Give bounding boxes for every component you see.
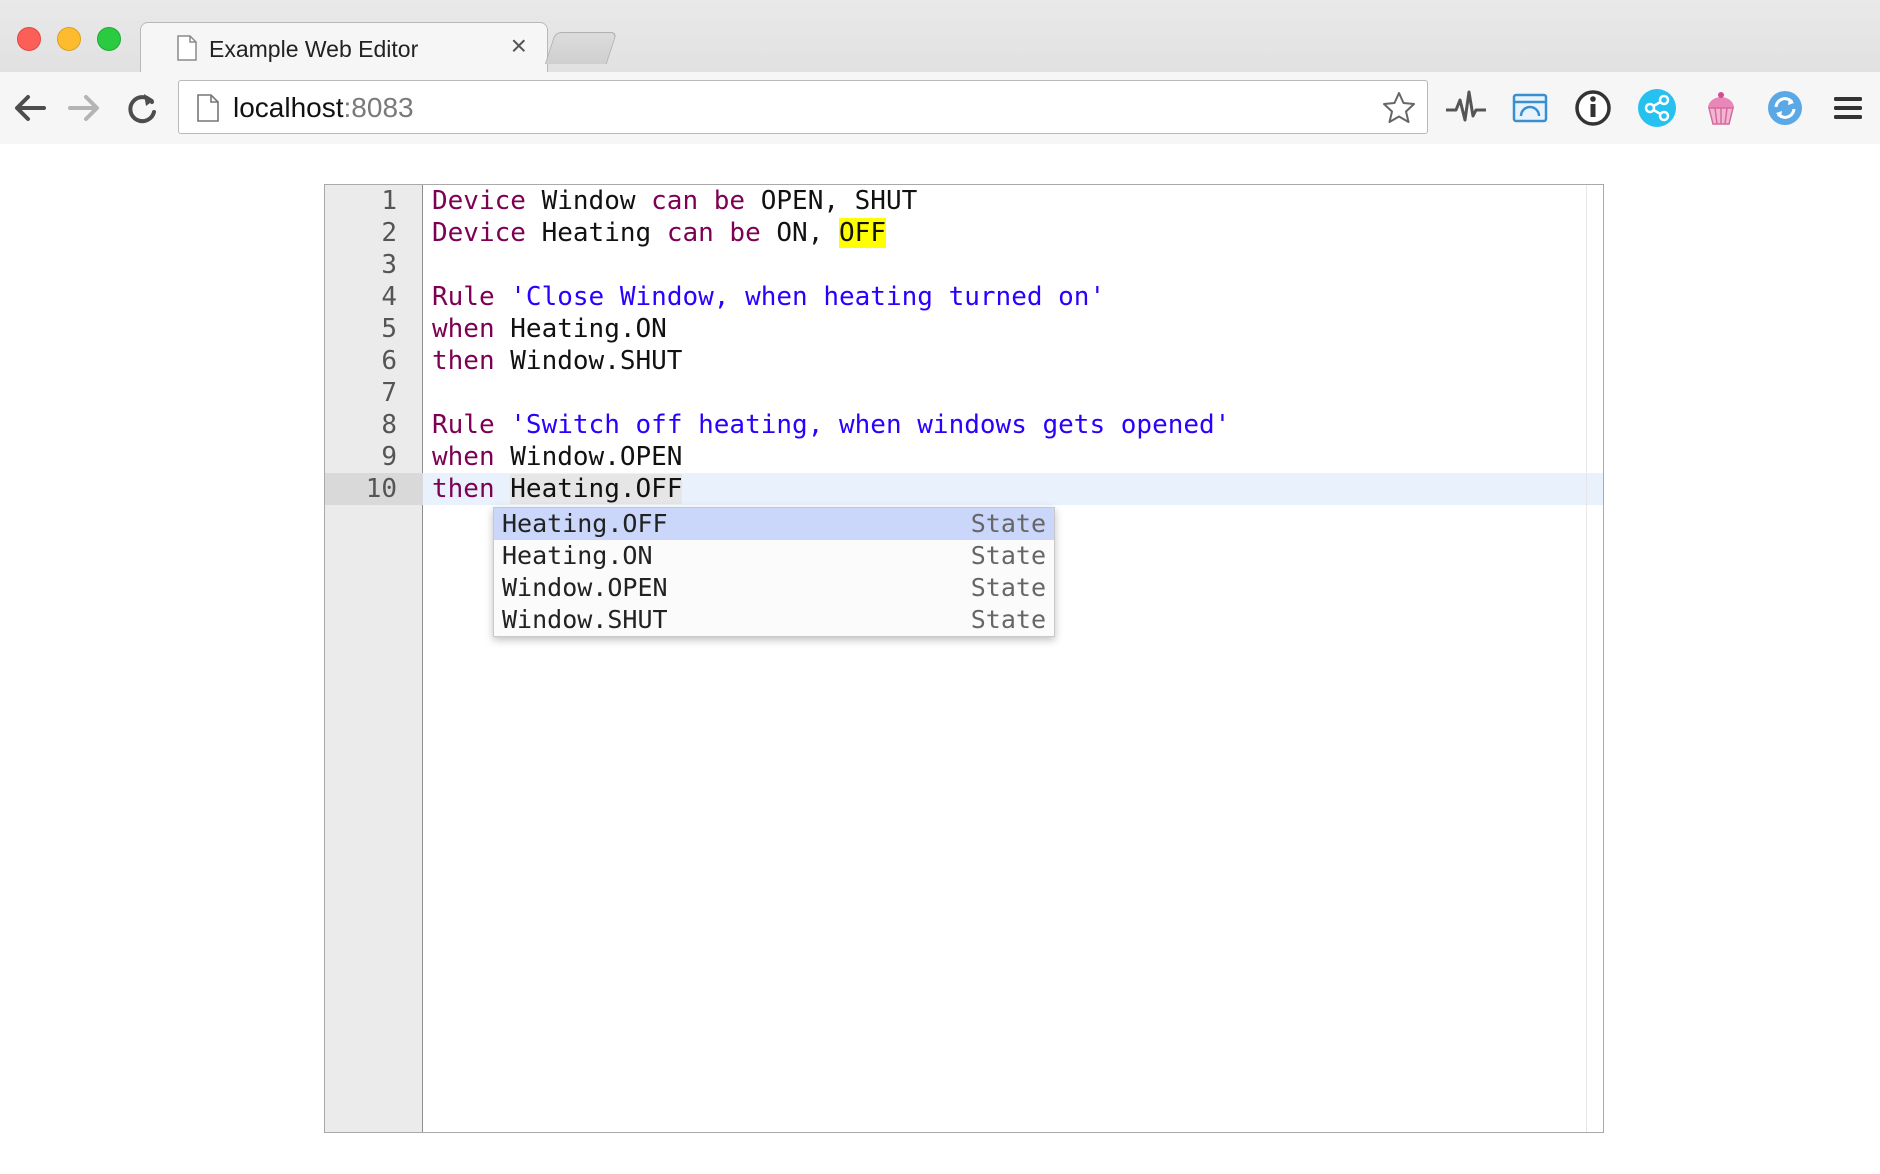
code-line[interactable] [423,249,1603,281]
autocomplete-item[interactable]: Window.SHUT State [494,604,1054,636]
share-icon [1638,89,1676,127]
code-line[interactable]: Rule 'Close Window, when heating turned … [423,281,1603,313]
autocomplete-type: State [970,509,1046,538]
tab-close-icon[interactable]: × [511,30,527,61]
browser-tab[interactable]: Example Web Editor × [140,22,548,72]
back-button[interactable] [10,90,50,126]
line-number: 7 [381,378,397,408]
code-lines[interactable]: Device Window can be OPEN, SHUT Device H… [423,185,1603,1132]
sync-extension[interactable] [1763,86,1807,130]
info-extension[interactable] [1571,86,1615,130]
line-number: 1 [381,186,397,216]
address-bar[interactable]: localhost:8083 [178,80,1428,134]
line-number: 8 [381,410,397,440]
line-number: 5 [381,314,397,344]
line-number: 10 [365,474,397,504]
close-window-button[interactable] [17,27,41,51]
autocomplete-label: Heating.OFF [502,509,668,538]
sync-icon [1768,91,1802,125]
autocomplete-item-selected[interactable]: Heating.OFF State [494,508,1054,540]
tab-title: Example Web Editor [209,36,419,62]
code-line[interactable]: Rule 'Switch off heating, when windows g… [423,409,1603,441]
info-icon [1575,90,1611,126]
browser-chrome: Example Web Editor × localhost:8083 [0,0,1880,144]
forward-arrow-icon [68,95,99,121]
pulse-extension[interactable] [1444,86,1488,130]
window-icon [1512,93,1548,123]
autocomplete-type: State [970,541,1046,570]
autocomplete-label: Window.SHUT [502,605,668,634]
code-line[interactable]: when Window.OPEN [423,441,1603,473]
cupcake-icon [1708,92,1734,125]
line-number: 3 [381,250,397,280]
autocomplete-type: State [970,573,1046,602]
cupcake-extension[interactable] [1699,86,1743,130]
window-extension[interactable] [1508,86,1552,130]
menu-icon [1834,97,1862,119]
autocomplete-item[interactable]: Heating.ON State [494,540,1054,572]
line-number: 9 [381,442,397,472]
back-arrow-icon [15,95,46,121]
code-line[interactable]: Device Heating can be ON, OFF [423,217,1603,249]
line-number-gutter: 1 2 3 4 5 6 7 8 9 10 [325,185,423,1132]
url-text[interactable]: localhost:8083 [233,92,414,124]
page-icon [177,35,197,61]
minimize-window-button[interactable] [57,27,81,51]
code-line[interactable]: when Heating.ON [423,313,1603,345]
editor-scroll-track[interactable] [1586,185,1587,1132]
maximize-window-button[interactable] [97,27,121,51]
line-number: 4 [381,282,397,312]
autocomplete-type: State [970,605,1046,634]
line-number: 6 [381,346,397,376]
autocomplete-label: Heating.ON [502,541,653,570]
code-line[interactable]: then Window.SHUT [423,345,1603,377]
matched-token-highlight: OFF [839,218,886,248]
page-icon [197,94,219,122]
forward-button[interactable] [64,90,104,126]
code-editor[interactable]: 1 2 3 4 5 6 7 8 9 10 Device Window can b… [324,184,1604,1133]
autocomplete-popup[interactable]: Heating.OFF State Heating.ON State Windo… [493,507,1055,637]
autocomplete-label: Window.OPEN [502,573,668,602]
code-line[interactable]: Device Window can be OPEN, SHUT [423,185,1603,217]
pulse-icon [1446,90,1486,122]
new-tab-button[interactable] [544,32,618,64]
current-word: Heating.OFF [510,474,683,504]
line-number: 2 [381,218,397,248]
bookmark-star-icon[interactable] [1381,90,1417,126]
reload-button[interactable] [122,90,162,126]
share-extension[interactable] [1635,86,1679,130]
active-code-line[interactable]: then Heating.OFF [423,473,1603,505]
reload-icon [128,94,156,124]
chrome-menu-button[interactable] [1826,86,1870,130]
code-line[interactable] [423,377,1603,409]
autocomplete-item[interactable]: Window.OPEN State [494,572,1054,604]
